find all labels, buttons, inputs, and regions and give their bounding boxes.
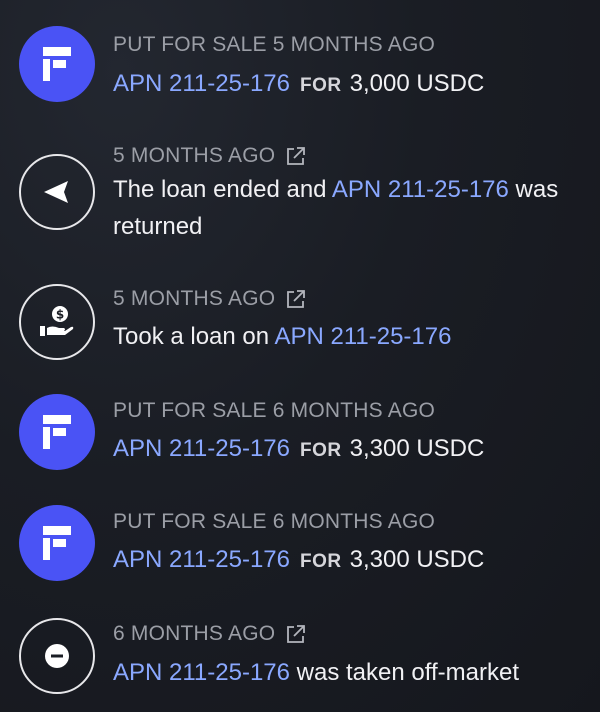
activity-meta: 5 MONTHS AGO <box>113 144 276 167</box>
apn-link[interactable]: APN 211-25-176 <box>274 323 451 350</box>
apn-link[interactable]: APN 211-25-176 <box>113 546 290 573</box>
external-link-icon[interactable] <box>285 288 307 310</box>
apn-link[interactable]: APN 211-25-176 <box>113 659 290 686</box>
price-value: 3,300 USDC <box>349 435 485 462</box>
activity-description: APN 211-25-176 was taken off-market <box>113 654 593 691</box>
minus-circle-icon <box>19 618 95 694</box>
activity-description: APN 211-25-176 FOR 3,300 USDC <box>113 430 593 469</box>
price-value: 3,000 USDC <box>349 70 485 97</box>
activity-description: Took a loan on APN 211-25-176 <box>113 318 593 355</box>
apn-link[interactable]: APN 211-25-176 <box>113 70 290 97</box>
price-value: 3,300 USDC <box>349 546 485 573</box>
for-label: FOR <box>300 440 342 461</box>
hand-dollar-icon: $ <box>19 284 95 360</box>
activity-meta: 6 MONTHS AGO <box>113 622 276 645</box>
description-text: Took a loan on <box>113 323 275 350</box>
activity-description: APN 211-25-176 FOR 3,000 USDC <box>113 65 593 104</box>
description-text: was taken off-market <box>290 659 519 686</box>
external-link-icon[interactable] <box>285 145 307 167</box>
brand-f-logo-icon <box>19 505 95 581</box>
activity-description: APN 211-25-176 FOR 3,300 USDC <box>113 541 593 580</box>
activity-meta: PUT FOR SALE 5 MONTHS AGO <box>113 33 436 56</box>
activity-feed: PUT FOR SALE 5 MONTHS AGO APN 211-25-176… <box>0 0 600 712</box>
brand-f-logo-icon <box>19 26 95 102</box>
activity-meta: 5 MONTHS AGO <box>113 287 276 310</box>
activity-description: The loan ended and APN 211-25-176 was re… <box>113 171 593 245</box>
for-label: FOR <box>300 551 342 572</box>
external-link-icon[interactable] <box>285 623 307 645</box>
send-arrow-icon <box>19 154 95 230</box>
for-label: FOR <box>300 75 342 96</box>
apn-link[interactable]: APN 211-25-176 <box>332 176 509 203</box>
activity-meta: PUT FOR SALE 6 MONTHS AGO <box>113 399 436 422</box>
apn-link[interactable]: APN 211-25-176 <box>113 435 290 462</box>
activity-meta: PUT FOR SALE 6 MONTHS AGO <box>113 510 436 533</box>
brand-f-logo-icon <box>19 394 95 470</box>
description-text: The loan ended and <box>113 176 332 203</box>
svg-text:$: $ <box>56 308 64 322</box>
